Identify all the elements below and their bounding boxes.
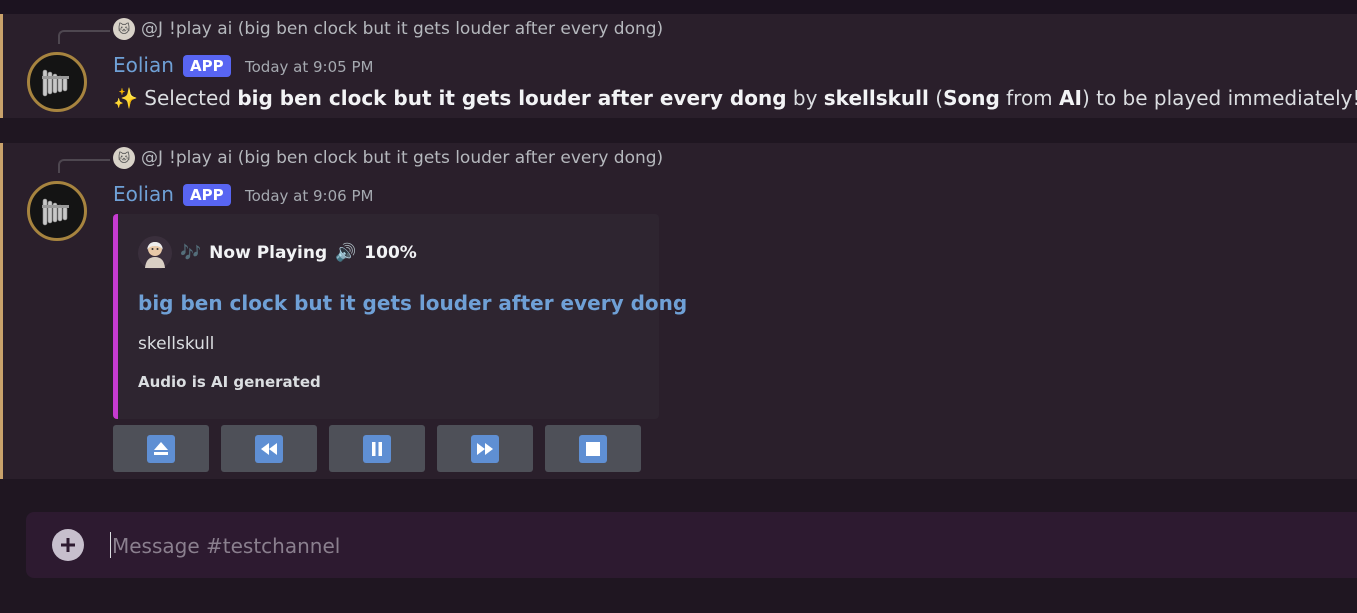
embed-author-avatar xyxy=(138,236,172,270)
reply-author[interactable]: @J xyxy=(141,148,163,168)
app-badge: APP xyxy=(183,55,231,77)
volume-level: 100% xyxy=(364,243,417,263)
reply-avatar[interactable]: 🐱 xyxy=(113,147,135,169)
song-name: big ben clock but it gets louder after e… xyxy=(237,86,787,110)
rewind-icon xyxy=(255,434,283,463)
avatar[interactable] xyxy=(27,52,87,112)
embed-description: skellskull xyxy=(138,334,215,354)
username[interactable]: Eolian xyxy=(113,182,174,206)
message-composer xyxy=(26,512,1357,578)
pan-flute-icon xyxy=(42,198,69,226)
message-input[interactable] xyxy=(110,531,1014,561)
pause-button[interactable] xyxy=(329,425,425,472)
pan-flute-icon xyxy=(42,69,69,97)
sparkles-icon: ✨ xyxy=(113,86,138,110)
embed-author-name: Now Playing xyxy=(209,243,328,263)
reply-text[interactable]: !play ai (big ben clock but it gets loud… xyxy=(169,148,663,168)
plus-icon xyxy=(61,538,75,552)
embed-footer: Audio is AI generated xyxy=(138,373,321,391)
eject-icon xyxy=(147,434,175,463)
embed-author: 🎶 Now Playing 🔊 100% xyxy=(138,236,417,270)
eject-button[interactable] xyxy=(113,425,209,472)
reply-author[interactable]: @J xyxy=(141,19,163,39)
music-notes-icon: 🎶 xyxy=(180,243,202,263)
fast-forward-icon xyxy=(471,434,499,463)
top-divider xyxy=(0,0,1357,14)
message: 🐱 @J !play ai (big ben clock but it gets… xyxy=(0,14,1357,118)
embed-title-link[interactable]: big ben clock but it gets louder after e… xyxy=(138,291,687,315)
reply-preview[interactable]: 🐱 @J !play ai (big ben clock but it gets… xyxy=(113,18,663,40)
add-attachment-button[interactable] xyxy=(52,529,84,561)
app-badge: APP xyxy=(183,184,231,206)
speaker-icon: 🔊 xyxy=(335,243,357,263)
reply-connector xyxy=(58,30,110,44)
pause-icon xyxy=(363,434,391,463)
reply-text[interactable]: !play ai (big ben clock but it gets loud… xyxy=(169,19,663,39)
avatar[interactable] xyxy=(27,181,87,241)
timestamp[interactable]: Today at 9:05 PM xyxy=(245,58,373,76)
reply-avatar[interactable]: 🐱 xyxy=(113,18,135,40)
message-content: ✨ Selected big ben clock but it gets lou… xyxy=(113,86,1357,110)
rewind-button[interactable] xyxy=(221,425,317,472)
username[interactable]: Eolian xyxy=(113,53,174,77)
fast-forward-button[interactable] xyxy=(437,425,533,472)
stop-button[interactable] xyxy=(545,425,641,472)
reply-connector xyxy=(58,159,110,173)
artist-name: skellskull xyxy=(823,86,929,110)
timestamp[interactable]: Today at 9:06 PM xyxy=(245,187,373,205)
now-playing-embed: 🎶 Now Playing 🔊 100% big ben clock but i… xyxy=(113,214,687,419)
composer-portrait-icon xyxy=(145,242,165,268)
stop-icon xyxy=(579,434,607,463)
reply-preview[interactable]: 🐱 @J !play ai (big ben clock but it gets… xyxy=(113,147,663,169)
message: 🐱 @J !play ai (big ben clock but it gets… xyxy=(0,143,1357,479)
